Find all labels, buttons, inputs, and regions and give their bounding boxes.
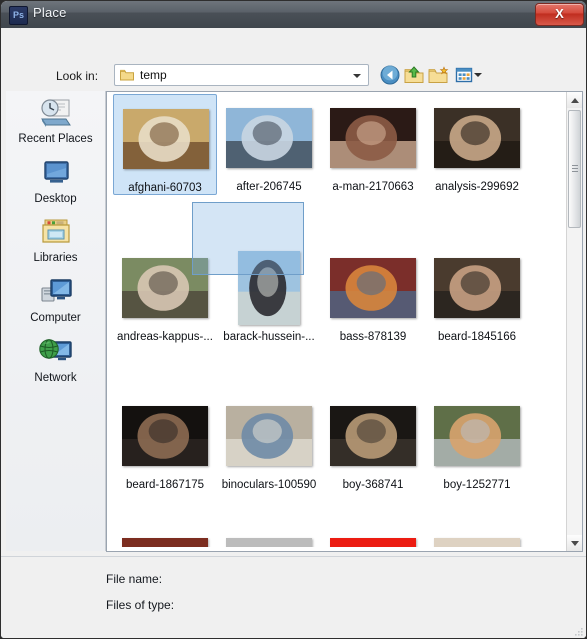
file-tile[interactable]: analysis-299692	[425, 94, 529, 193]
file-tile[interactable]: afghani-60703	[113, 94, 217, 195]
scroll-up-button[interactable]	[567, 92, 582, 108]
file-name-label: binoculars-100590	[221, 479, 317, 491]
file-tile[interactable]: beard-1845166	[425, 244, 529, 343]
file-name-label: beard-1867175	[125, 479, 204, 491]
file-tile[interactable]: after-206745	[217, 94, 321, 193]
places-sidebar: Recent Places Desktop Libraries Computer…	[6, 91, 106, 551]
scroll-up-arrow-icon	[571, 98, 579, 103]
close-button[interactable]: X	[535, 3, 584, 26]
back-arrow-icon	[380, 65, 400, 85]
file-list-scrollbar[interactable]	[566, 92, 582, 551]
look-in-combobox[interactable]: temp	[114, 64, 369, 86]
files-of-type-label: Files of type:	[106, 598, 175, 612]
new-folder-button[interactable]	[427, 64, 449, 86]
scrollbar-grip-icon	[572, 165, 578, 166]
sidebar-item-computer[interactable]: Computer	[6, 276, 105, 324]
file-tile[interactable]: beard-1867175	[113, 392, 217, 491]
place-dialog-window: Ps Place X Look in: temp Recent Places D…	[0, 0, 587, 639]
scroll-down-arrow-icon	[571, 541, 579, 546]
file-tile[interactable]: andreas-kappus-...	[113, 244, 217, 343]
sidebar-item-label: Libraries	[33, 252, 78, 264]
dialog-form-area: File name: Files of type: afghani-60703 …	[1, 556, 586, 638]
resize-grip-icon[interactable]	[574, 627, 584, 637]
file-name-label: bass-878139	[339, 331, 407, 343]
file-tile[interactable]: barack-hussein-...	[217, 244, 321, 343]
file-thumbnail	[321, 396, 425, 476]
back-button[interactable]	[379, 64, 401, 86]
up-folder-button[interactable]	[403, 64, 425, 86]
views-icon	[455, 67, 473, 83]
list-bottom-clip	[107, 547, 582, 551]
sidebar-item-label: Computer	[30, 312, 81, 324]
views-button[interactable]	[453, 64, 475, 86]
look-in-value: temp	[140, 68, 167, 82]
file-list-view[interactable]: afghani-60703 after-206745 a-man-2170663 an…	[106, 91, 583, 552]
sidebar-item-recent-places[interactable]: Recent Places	[6, 97, 105, 145]
sidebar-item-label: Desktop	[34, 193, 77, 205]
file-tile[interactable]: bass-878139	[321, 244, 425, 343]
file-name-label: barack-hussein-...	[223, 331, 315, 343]
file-thumbnail	[321, 248, 425, 328]
file-name-label: a-man-2170663	[332, 181, 414, 193]
file-thumbnail	[425, 248, 529, 328]
file-thumbnail	[425, 396, 529, 476]
new-folder-icon	[428, 66, 449, 83]
file-thumbnail	[321, 98, 425, 178]
file-name-label: boy-1252771	[443, 479, 511, 491]
desktop-icon	[36, 157, 76, 191]
dialog-client-area: Look in: temp Recent Places Desktop Libr…	[1, 28, 586, 638]
file-thumbnail	[217, 98, 321, 178]
sidebar-item-desktop[interactable]: Desktop	[6, 157, 105, 205]
file-thumbnail	[217, 396, 321, 476]
file-name-label: boy-368741	[342, 479, 404, 491]
file-thumbnail	[425, 98, 529, 178]
recent-places-icon	[36, 97, 76, 131]
up-folder-icon	[404, 66, 424, 83]
look-in-label: Look in:	[56, 69, 99, 83]
file-thumbnail	[113, 396, 217, 476]
computer-icon	[36, 276, 76, 310]
file-thumbnail	[113, 248, 217, 328]
scrollbar-thumb[interactable]	[568, 110, 581, 228]
file-tile[interactable]: boy-368741	[321, 392, 425, 491]
file-tile[interactable]: boy-1252771	[425, 392, 529, 491]
folder-icon	[120, 69, 134, 81]
file-name-label: beard-1845166	[437, 331, 516, 343]
photoshop-icon: Ps	[9, 6, 28, 25]
file-name-label: after-206745	[236, 181, 302, 193]
sidebar-item-libraries[interactable]: Libraries	[6, 216, 105, 264]
sidebar-item-label: Network	[34, 372, 77, 384]
scroll-down-button[interactable]	[567, 535, 582, 551]
chevron-down-icon[interactable]	[353, 74, 361, 78]
file-name-label: afghani-60703	[128, 182, 202, 194]
file-thumbnail	[114, 99, 218, 179]
file-name-label: andreas-kappus-...	[117, 331, 213, 343]
title-bar[interactable]: Ps Place X	[1, 1, 586, 29]
sidebar-item-network[interactable]: Network	[6, 336, 105, 384]
window-title: Place	[33, 5, 67, 20]
views-chevron-down-icon[interactable]	[474, 73, 482, 77]
file-tile[interactable]: a-man-2170663	[321, 94, 425, 193]
file-name-label: analysis-299692	[435, 181, 519, 193]
sidebar-item-label: Recent Places	[18, 133, 93, 145]
file-name-label: File name:	[106, 572, 163, 586]
network-icon	[36, 336, 76, 370]
file-thumbnail	[217, 248, 321, 328]
libraries-icon	[36, 216, 76, 250]
file-tile[interactable]: binoculars-100590	[217, 392, 321, 491]
